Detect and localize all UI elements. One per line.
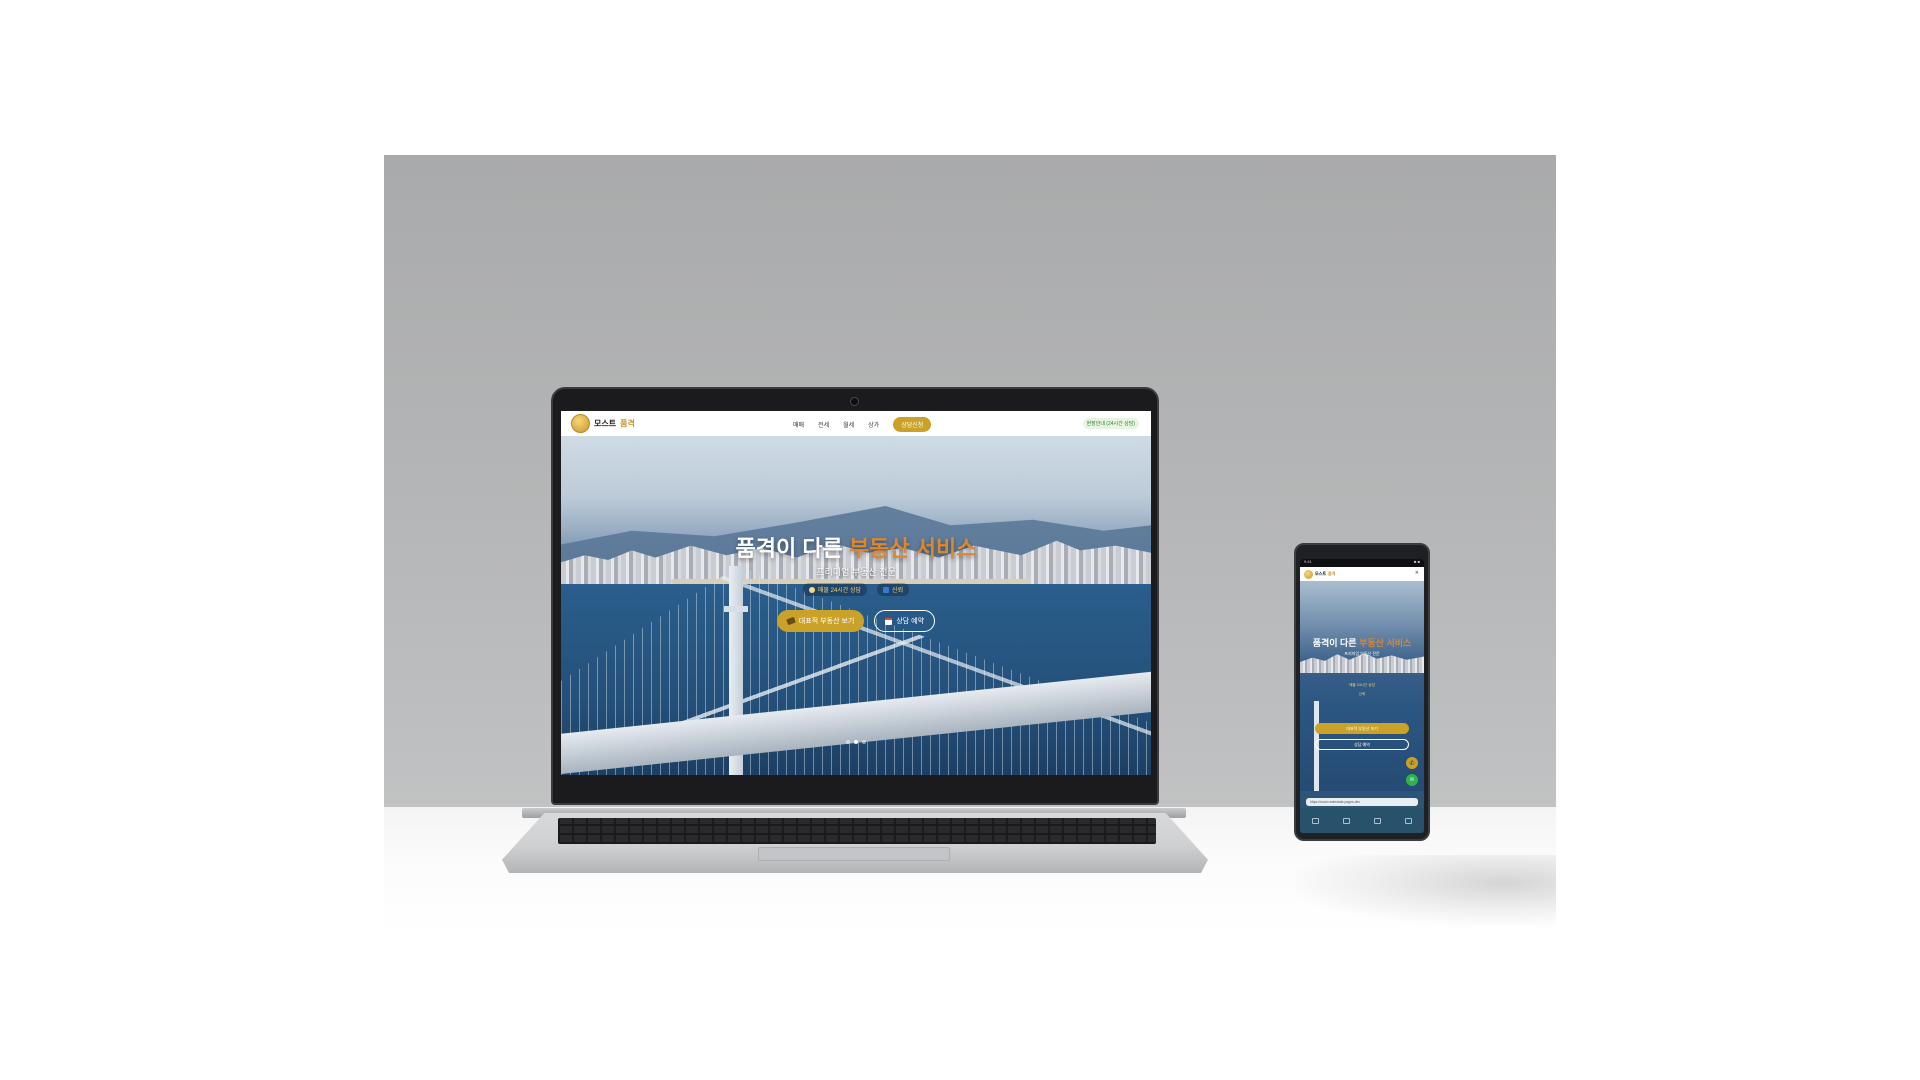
phone-logo-accent[interactable]: 품격	[1328, 571, 1335, 577]
bookmarks-icon[interactable]	[1374, 817, 1381, 824]
laptop-keyboard	[558, 818, 1156, 844]
product-mockup-photo: 모스트 품격 매매 전세 월세 상가 상담신청 현장안내 (24시간 상담) 품…	[384, 155, 1556, 936]
nav-item-commercial[interactable]: 상가	[868, 420, 879, 429]
share-icon[interactable]	[1343, 817, 1350, 824]
laptop-trackpad	[758, 847, 950, 861]
phone-view-listings-button[interactable]: 대표적 부동산 보기	[1315, 723, 1409, 734]
phone-hero-subtitle: 프리미엄 부동산 전문	[1344, 651, 1380, 656]
nav-item-monthly-rent[interactable]: 월세	[843, 420, 854, 429]
book-consultation-label: 상담 예약	[896, 618, 925, 625]
phone-hero: 품격이 다른 부동산 서비스 프리미엄 부동산 전문 매물 24시간 상담 신뢰…	[1300, 581, 1424, 791]
hero-subtitle: 프리미엄 부동산 전문	[816, 567, 896, 577]
hero-badge-consult-label: 매물 24시간 상담	[817, 588, 862, 594]
logo-name: 모스트	[594, 419, 617, 428]
view-listings-label: 대표적 부동산 보기	[798, 618, 855, 625]
nav-item-sale[interactable]: 매매	[793, 420, 804, 429]
hero-badge-trust: 신뢰	[877, 583, 910, 596]
logo-accent: 품격	[620, 419, 635, 428]
pager-dot-active[interactable]	[854, 740, 858, 744]
calendar-icon	[885, 617, 893, 625]
hero-section: 품격이 다른 부동산 서비스 프리미엄 부동산 전문 매물 24시간 상담 신뢰	[561, 436, 1151, 775]
phone-status-bar: 9:41 ■ ■	[1300, 559, 1424, 567]
site-logo[interactable]: 모스트 품격	[571, 414, 635, 433]
phone-hero-title: 품격이 다른 부동산 서비스	[1300, 636, 1424, 649]
hero-badge-consult: 매물 24시간 상담	[802, 583, 868, 596]
site-header: 모스트 품격 매매 전세 월세 상가 상담신청 현장안내 (24시간 상담)	[561, 411, 1151, 436]
phone-hero-badge-trust: 신뢰	[1358, 692, 1366, 696]
phone-hero-title-plain: 품격이 다른	[1312, 638, 1357, 648]
phone-screen: 9:41 ■ ■ 모스트 품격 × 품격이 다른 부동산 서비스 프리미엄 부동…	[1300, 559, 1424, 833]
tabs-icon[interactable]	[1405, 817, 1412, 824]
phone-hero-badge-consult: 매물 24시간 상담	[1349, 683, 1375, 687]
laptop-screen: 모스트 품격 매매 전세 월세 상가 상담신청 현장안내 (24시간 상담) 품…	[561, 411, 1151, 775]
back-icon[interactable]	[1312, 817, 1319, 824]
book-consultation-button[interactable]: 상담 예약	[874, 610, 936, 632]
status-icons: ■ ■	[1414, 559, 1420, 564]
main-nav: 매매 전세 월세 상가 상담신청	[793, 417, 932, 432]
consult-request-button[interactable]: 상담신청	[893, 417, 932, 432]
hero-title-accent: 부동산 서비스	[848, 536, 977, 561]
hero-actions: 대표적 부동산 보기 상담 예약	[561, 610, 1151, 632]
phone-logo-name[interactable]: 모스트	[1315, 571, 1326, 577]
hero-title-plain: 품격이 다른	[735, 536, 843, 561]
url-field[interactable]: https://most-realestate.pages.dev	[1306, 798, 1418, 806]
smartphone: 9:41 ■ ■ 모스트 품격 × 품격이 다른 부동산 서비스 프리미엄 부동…	[1294, 543, 1430, 841]
close-icon[interactable]: ×	[1415, 570, 1419, 576]
plant-shadow	[1296, 855, 1556, 925]
browser-url-bar: https://most-realestate.pages.dev	[1300, 796, 1424, 808]
status-time: 9:41	[1304, 559, 1312, 564]
phone-site-header: 모스트 품격 ×	[1300, 567, 1424, 581]
clock-icon	[808, 586, 815, 593]
view-listings-button[interactable]: 대표적 부동산 보기	[776, 610, 865, 632]
hero-badges: 매물 24시간 상담 신뢰	[561, 583, 1151, 596]
tag-icon	[786, 616, 796, 626]
browser-toolbar	[1300, 808, 1424, 833]
hero-badge-trust-label: 신뢰	[892, 588, 904, 594]
phone-hero-title-accent: 부동산 서비스	[1359, 638, 1412, 648]
logo-emblem-icon	[571, 414, 590, 433]
hero-carousel-pager	[561, 740, 1151, 744]
webcam-icon	[850, 397, 859, 406]
laptop-lid: 모스트 품격 매매 전세 월세 상가 상담신청 현장안내 (24시간 상담) 품…	[551, 387, 1159, 805]
logo-emblem-icon	[1304, 569, 1313, 579]
phone-book-consultation-button[interactable]: 상담 예약	[1315, 739, 1409, 750]
hero-title: 품격이 다른 부동산 서비스	[561, 531, 1151, 563]
phone-call-icon[interactable]: ✆	[1406, 757, 1418, 769]
nav-item-jeonse[interactable]: 전세	[818, 420, 829, 429]
pager-dot[interactable]	[862, 740, 866, 744]
check-icon	[883, 586, 890, 593]
pager-dot[interactable]	[846, 740, 850, 744]
header-contact-badge[interactable]: 현장안내 (24시간 상담)	[1082, 418, 1139, 429]
chat-icon[interactable]: ✉	[1406, 774, 1418, 786]
